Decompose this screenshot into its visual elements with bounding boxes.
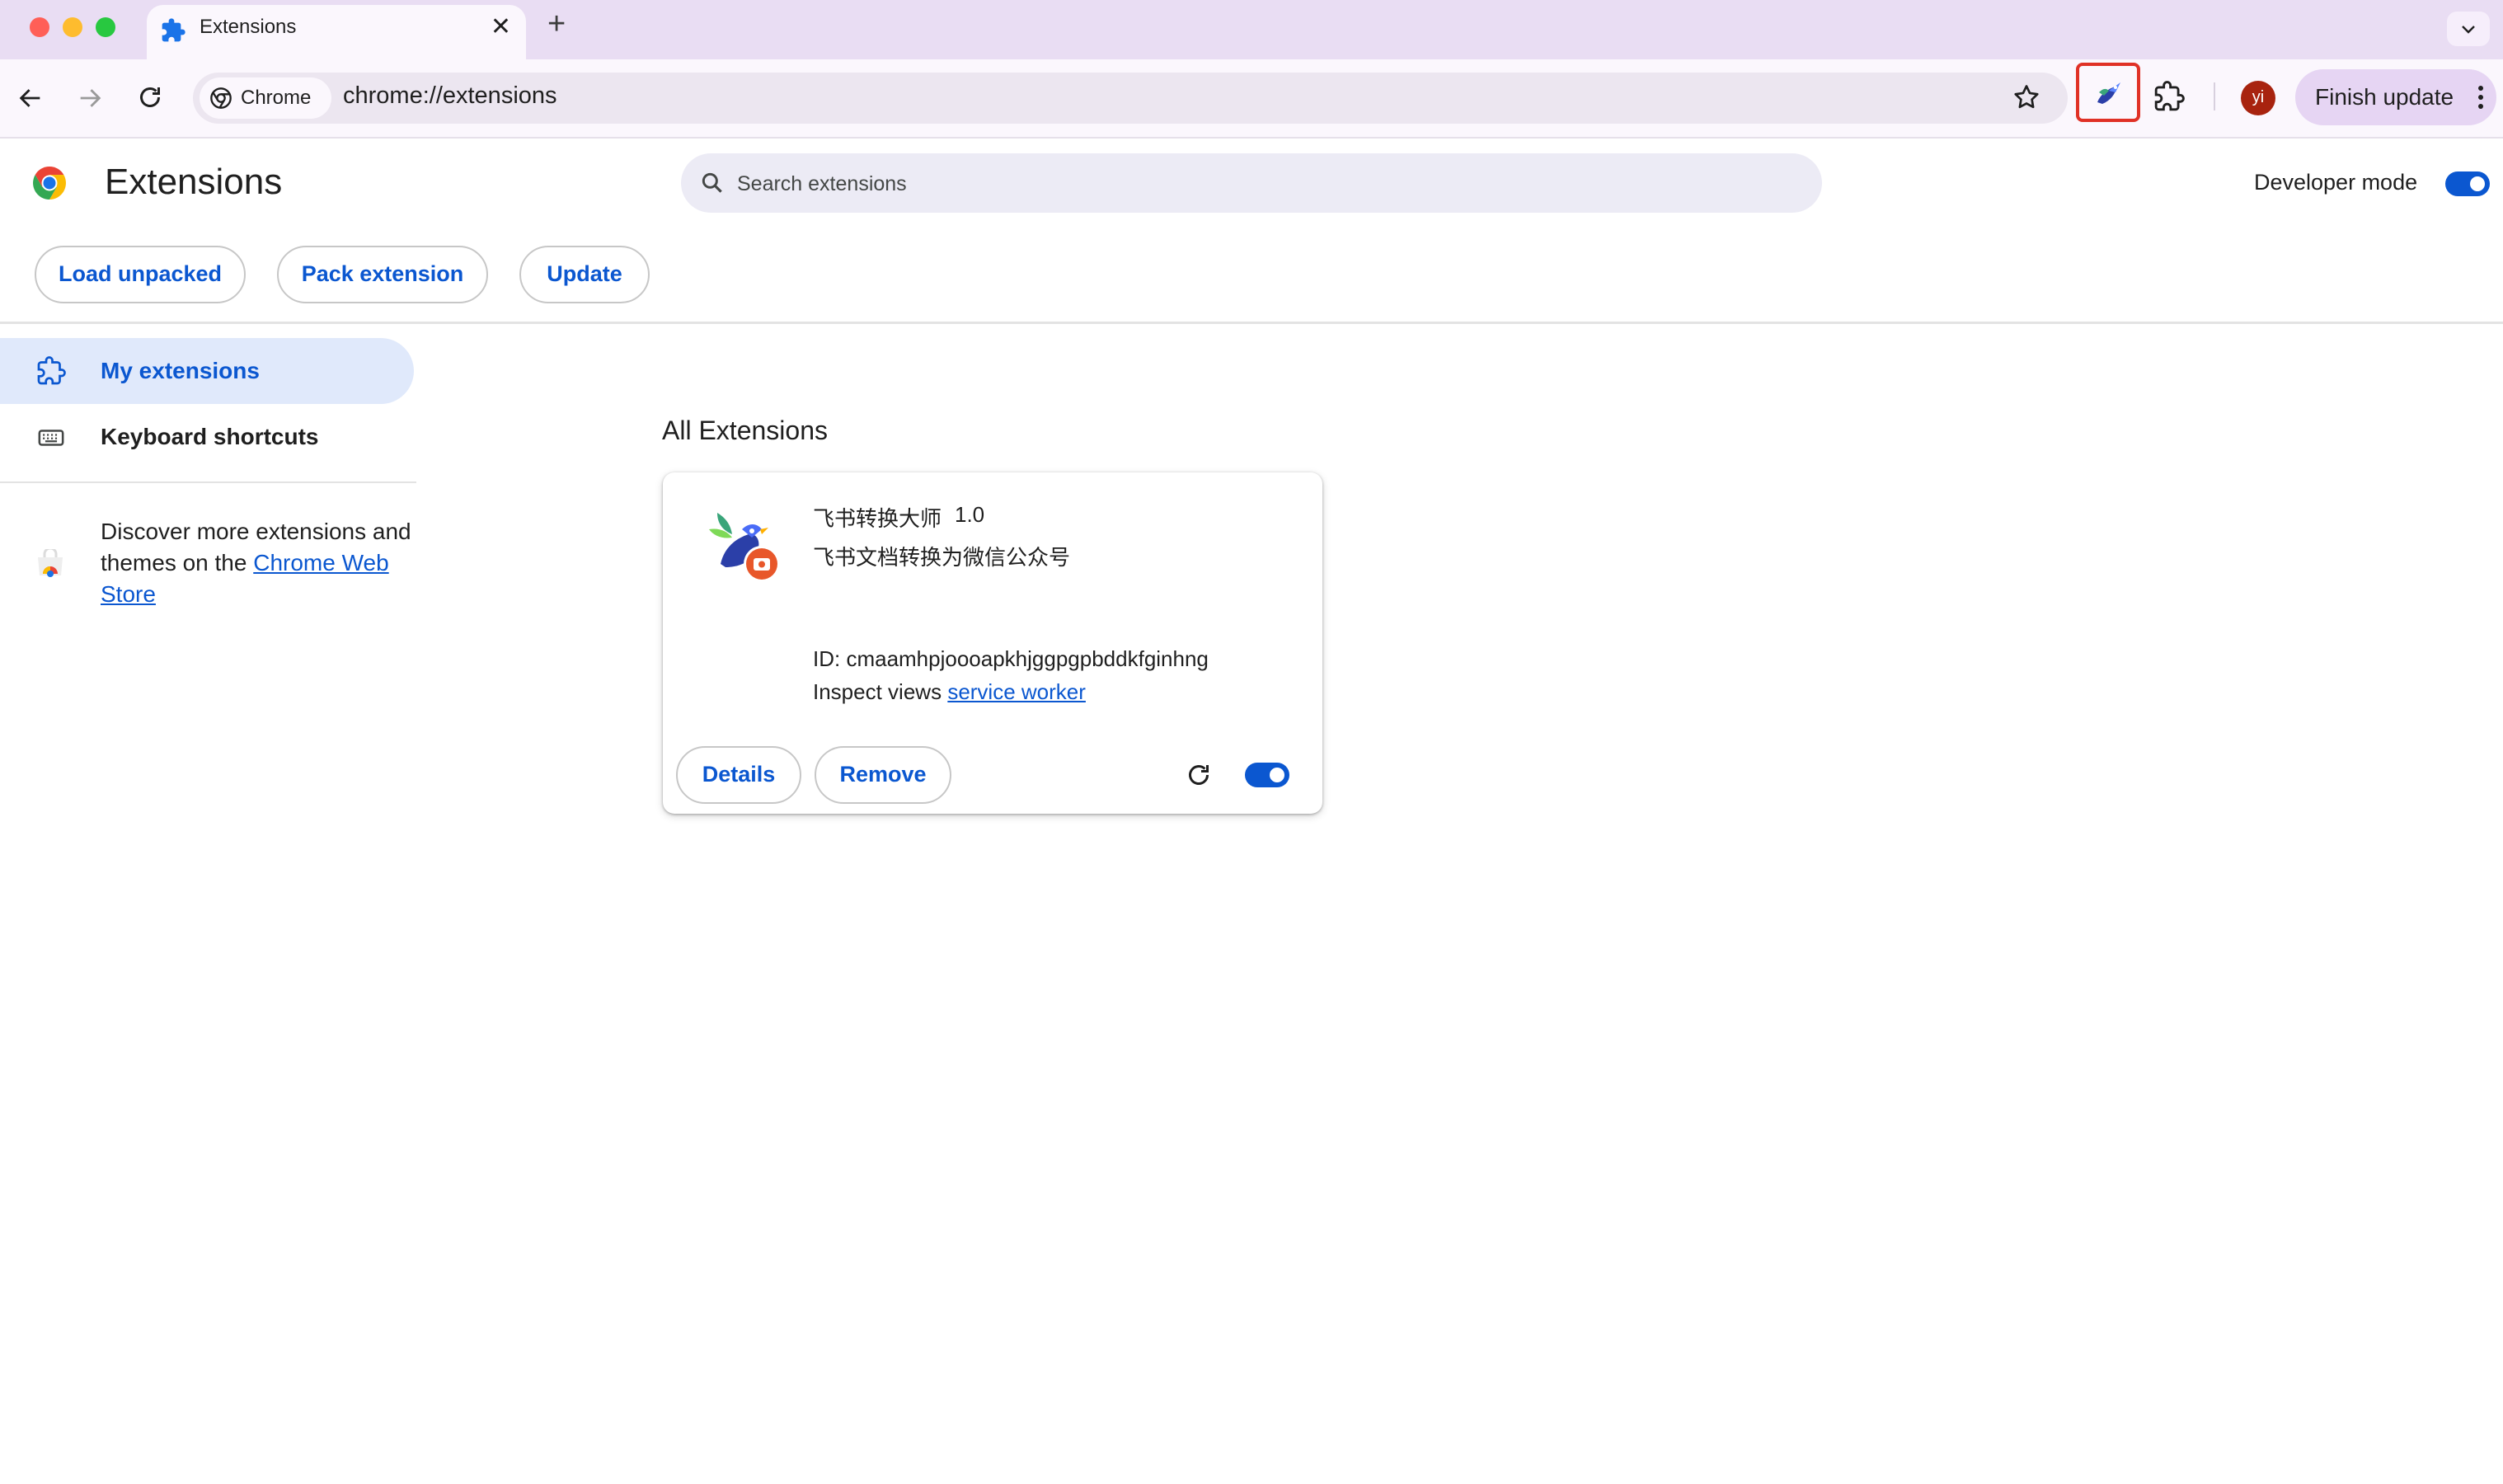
- discover-text: Discover more extensions and themes on t…: [101, 516, 414, 610]
- chrome-icon: [210, 87, 232, 109]
- extension-logo-icon: [709, 513, 780, 582]
- inspect-label: Inspect views: [813, 679, 942, 704]
- sidebar-divider: [0, 481, 416, 483]
- back-icon[interactable]: [16, 84, 45, 112]
- site-chip-label: Chrome: [241, 87, 312, 109]
- zoom-window-button[interactable]: [96, 17, 115, 37]
- profile-avatar[interactable]: yi: [2241, 81, 2275, 115]
- puzzle-icon: [162, 18, 185, 42]
- toolbar-separator: [2214, 82, 2215, 110]
- chrome-logo-icon: [33, 167, 66, 200]
- sidebar-item-label: My extensions: [101, 358, 260, 383]
- extension-icon: [37, 356, 66, 385]
- chrome-web-store-icon: [38, 549, 63, 577]
- toggle-knob: [2470, 176, 2485, 191]
- tab-extensions[interactable]: Extensions ✕: [147, 5, 526, 59]
- new-tab-button[interactable]: +: [547, 7, 566, 42]
- extension-enabled-toggle[interactable]: [1245, 763, 1289, 787]
- sidebar-item-label: Keyboard shortcuts: [101, 424, 319, 449]
- page-title: Extensions: [105, 162, 283, 202]
- extension-description: 飞书文档转换为微信公众号: [813, 545, 1071, 570]
- toggle-knob: [1270, 768, 1284, 782]
- minimize-window-button[interactable]: [63, 17, 82, 37]
- forward-icon[interactable]: [76, 84, 104, 112]
- section-title: All Extensions: [662, 416, 828, 445]
- sidebar-item-keyboard-shortcuts[interactable]: Keyboard shortcuts: [0, 406, 414, 470]
- reload-icon[interactable]: [135, 82, 165, 112]
- keyboard-icon: [38, 430, 64, 446]
- bookmark-star-icon[interactable]: [2012, 82, 2041, 112]
- remove-button[interactable]: Remove: [815, 746, 951, 804]
- more-vert-icon: [2478, 86, 2483, 109]
- feishu-extension-icon[interactable]: [2092, 77, 2125, 110]
- inspect-views: Inspect views service worker: [813, 679, 1086, 705]
- search-field[interactable]: [681, 153, 1822, 213]
- close-window-button[interactable]: [30, 17, 49, 37]
- extension-id: ID: cmaamhpjoooapkhjggpgpbddkfginhng: [813, 646, 1209, 671]
- load-unpacked-button[interactable]: Load unpacked: [35, 246, 246, 303]
- close-tab-icon[interactable]: ✕: [491, 12, 511, 41]
- header-divider: [0, 322, 2503, 324]
- developer-mode-label: Developer mode: [2254, 170, 2418, 195]
- site-info-chip[interactable]: Chrome: [200, 77, 331, 119]
- search-icon: [702, 172, 722, 193]
- sidebar-item-my-extensions[interactable]: My extensions: [0, 338, 414, 404]
- url-text[interactable]: chrome://extensions: [343, 82, 557, 110]
- update-button[interactable]: Update: [519, 246, 650, 303]
- extension-version: 1.0: [955, 502, 985, 527]
- search-input[interactable]: [735, 167, 1794, 201]
- developer-mode-toggle[interactable]: [2445, 171, 2490, 196]
- tab-search-button[interactable]: [2447, 12, 2490, 46]
- pack-extension-button[interactable]: Pack extension: [277, 246, 488, 303]
- service-worker-link[interactable]: service worker: [947, 679, 1086, 704]
- reload-extension-icon[interactable]: [1184, 760, 1214, 790]
- details-button[interactable]: Details: [676, 746, 801, 804]
- extensions-puzzle-icon[interactable]: [2153, 81, 2185, 112]
- finish-update-label: Finish update: [2315, 84, 2454, 110]
- tab-title: Extensions: [200, 16, 297, 38]
- finish-update-button[interactable]: Finish update: [2295, 69, 2496, 125]
- chevron-down-icon: [2462, 26, 2475, 34]
- extension-name: 飞书转换大师: [813, 506, 942, 531]
